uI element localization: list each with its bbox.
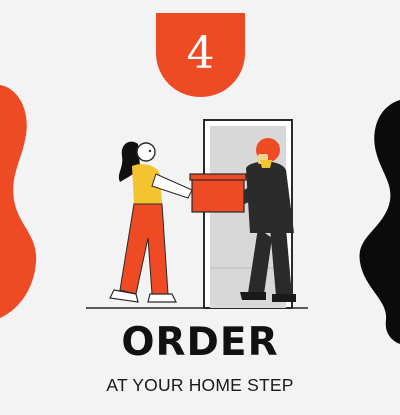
- step-number: 4: [186, 28, 215, 79]
- step-badge: 4: [156, 13, 245, 97]
- order-step-card: 4 ORDER AT YOUR HOME STEP: [0, 0, 400, 415]
- delivery-box-icon: [189, 173, 247, 213]
- delivery-handoff-illustration: [86, 119, 308, 309]
- step-subtitle: AT YOUR HOME STEP: [106, 375, 294, 395]
- step-title: ORDER: [121, 320, 279, 365]
- woman-receiving-icon: [109, 141, 193, 303]
